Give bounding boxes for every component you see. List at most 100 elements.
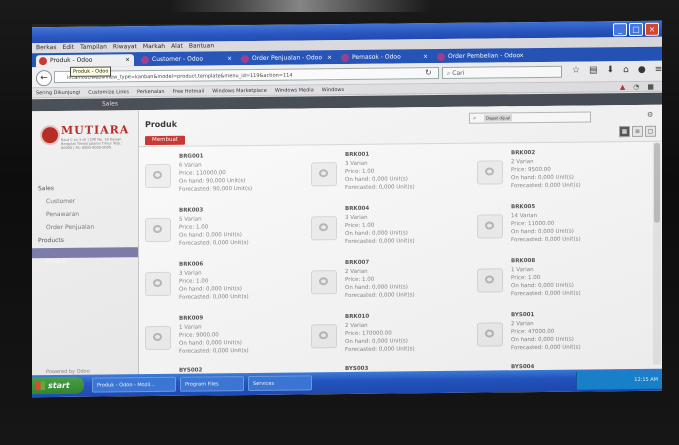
product-variants: 1 Varian — [179, 324, 202, 331]
odoo-favicon-icon — [341, 53, 349, 63]
taskbar-item-program-files[interactable]: Program Files — [180, 376, 244, 392]
tab-pemasok[interactable]: Pemasok - Odoo × — [338, 51, 432, 64]
company-logo: MUTIARA Baut C sn 3 sh | CMI No. 18 Kawa… — [40, 122, 130, 151]
tab-close-icon[interactable]: × — [227, 53, 232, 65]
tab-customer[interactable]: Customer - Odoo × — [138, 53, 236, 66]
odoo-favicon-icon — [39, 57, 47, 66]
sidebar-item-order-penjualan[interactable]: Order Penjualan — [46, 224, 94, 232]
system-tray: 12:15 AM — [576, 370, 662, 390]
home-icon[interactable]: ⌂ — [623, 65, 629, 75]
product-card[interactable]: BRK004 3 Varian Price: 1.00 On hand: 0,000 … — [311, 205, 461, 255]
logo-address: Baut C sn 3 sh | CMI No. 18 Kawan Bergul… — [61, 137, 123, 150]
bookmark-item[interactable]: Customize Links — [88, 87, 129, 96]
reload-icon[interactable]: ↻ — [425, 68, 432, 77]
menu-file[interactable]: Berkas — [36, 43, 56, 53]
download-icon[interactable]: ⬇ — [607, 65, 615, 75]
tab-order-penjualan[interactable]: Order Penjualan - Odoo × — [238, 52, 336, 65]
product-onhand: On hand: 0,000 Unit(s) — [511, 228, 574, 236]
menu-history[interactable]: Riwayat — [113, 42, 137, 52]
minimize-icon[interactable]: _ — [613, 23, 627, 37]
hamburger-menu-icon[interactable]: ≡ — [655, 65, 662, 75]
bookmark-item[interactable]: Perkenalan — [137, 87, 165, 96]
product-onhand: On hand: 0,000 Unit(s) — [179, 286, 242, 293]
product-card[interactable]: BRK001 3 Varian Price: 1.00 On hand: 0,000 … — [311, 151, 461, 201]
menu-help[interactable]: Bantuan — [189, 41, 214, 51]
product-name: BYS001 — [511, 312, 535, 319]
tab-close-icon[interactable]: × — [519, 50, 524, 62]
taskbar-item-firefox[interactable]: Produk - Odoo - Mozil... — [92, 376, 176, 393]
tab-close-icon[interactable]: × — [125, 54, 130, 66]
taskbar-item-services[interactable]: Services — [248, 375, 312, 392]
bookmark-item[interactable]: Windows Media — [275, 85, 314, 94]
sidebar-item-produk[interactable]: Produk — [32, 247, 138, 265]
sidebar-item-customer[interactable]: Customer — [46, 198, 75, 205]
search-filter-input[interactable]: ⌕ Dapat dijual — [469, 111, 591, 124]
menu-tools[interactable]: Alat — [171, 42, 183, 52]
form-view-icon[interactable]: ▢ — [645, 125, 656, 137]
list-view-icon[interactable]: ≡ — [632, 125, 643, 138]
bookmark-item[interactable]: Free Hotmail — [173, 86, 205, 95]
camera-placeholder-icon — [145, 325, 171, 351]
product-name: BRK003 — [179, 207, 204, 214]
bookmark-item[interactable]: Windows Marketplace — [212, 86, 267, 96]
clock: 12:15 AM — [634, 376, 658, 383]
product-card[interactable]: BRG001 6 Varian Price: 110000.00 On hand: 9… — [145, 153, 295, 203]
camera-placeholder-icon — [311, 162, 337, 187]
tab-label: Order Pembelian - Odoo — [448, 52, 521, 60]
product-card[interactable]: BRK006 3 Varian Price: 1.00 On hand: 0,000 … — [145, 261, 295, 311]
product-variants: 14 Varian — [511, 213, 538, 220]
bookmark-item[interactable]: Sering Dikunjungi — [36, 88, 80, 97]
product-card[interactable]: BRK005 14 Varian Price: 11000.00 On hand: 0… — [477, 203, 627, 253]
product-card[interactable]: BRK008 1 Varian Price: 1.00 On hand: 0,000 … — [477, 257, 627, 307]
warning-icon[interactable]: ▲ — [620, 83, 625, 91]
product-card[interactable]: BYS001 2 Varian Price: 47000.00 On hand: 0,… — [477, 311, 627, 361]
tab-close-icon[interactable]: × — [327, 52, 332, 64]
product-card[interactable]: BRK009 1 Varian Price: 9000.00 On hand: 0,0… — [145, 315, 295, 365]
filter-chip[interactable]: Dapat dijual — [484, 114, 513, 122]
product-name: BRK005 — [511, 204, 536, 211]
product-variants: 3 Varian — [345, 160, 368, 168]
product-price: Price: 170000.00 — [345, 330, 392, 338]
product-card[interactable]: BRK003 5 Varian Price: 1.00 On hand: 0,000 … — [145, 207, 295, 257]
bookmark-star-icon[interactable]: ☆ — [572, 66, 580, 76]
menu-bookmarks[interactable]: Markah — [143, 42, 165, 52]
chat-icon[interactable]: ◔ — [633, 83, 639, 91]
camera-placeholder-icon — [145, 217, 171, 243]
scrollbar[interactable] — [653, 142, 661, 365]
camera-placeholder-icon — [145, 271, 171, 297]
scrollbar-thumb[interactable] — [654, 142, 660, 223]
camera-placeholder-icon — [477, 214, 503, 239]
product-card[interactable]: BRK010 2 Varian Price: 170000.00 On hand: 0… — [311, 313, 461, 363]
gear-icon[interactable]: ⚙ — [647, 111, 653, 119]
pocket-icon[interactable]: ● — [638, 65, 646, 75]
maximize-icon[interactable]: □ — [629, 22, 643, 37]
tab-produk[interactable]: Produk - Odoo × — [36, 54, 134, 68]
product-onhand: On hand: 0,000 Unit(s) — [511, 282, 574, 290]
back-arrow-icon[interactable]: ← — [36, 70, 52, 87]
camera-placeholder-icon — [477, 322, 503, 347]
product-price: Price: 110000.00 — [179, 170, 226, 177]
product-card[interactable]: BRK002 2 Varian Price: 9500.00 On hand: 0,0… — [477, 149, 627, 199]
url-bar[interactable]: localhost/web#view_type=kanban&model=pro… — [54, 67, 439, 84]
tab-label: Pemasok - Odoo — [352, 53, 401, 61]
start-button[interactable]: start — [32, 376, 84, 395]
close-icon[interactable]: × — [645, 22, 659, 36]
user-avatar[interactable]: ■ — [647, 83, 654, 91]
tab-label: Order Penjualan - Odoo — [252, 54, 323, 62]
menu-edit[interactable]: Edit — [62, 43, 74, 53]
create-button[interactable]: Membuat — [145, 135, 185, 146]
camera-placeholder-icon — [311, 216, 337, 241]
bookmark-item[interactable]: Windows — [322, 85, 344, 94]
bookmarks-list-icon[interactable]: ▤ — [589, 65, 598, 75]
sidebar-item-label: Produk — [46, 257, 67, 266]
search-input[interactable]: ⌕ Cari — [442, 65, 562, 80]
sidebar-item-penawaran[interactable]: Penawaran — [46, 211, 79, 218]
tab-order-pembelian[interactable]: Order Pembelian - Odoo × — [434, 50, 528, 63]
product-variants: 2 Varian — [511, 159, 534, 166]
menu-view[interactable]: Tampilan — [80, 43, 107, 53]
tab-close-icon[interactable]: × — [423, 51, 428, 63]
top-menu-sales[interactable]: Sales — [102, 98, 118, 110]
product-name: BRK009 — [179, 315, 204, 322]
product-card[interactable]: BRK007 2 Varian Price: 1.00 On hand: 0,000 … — [311, 259, 461, 309]
kanban-view-icon[interactable]: ▦ — [619, 126, 630, 138]
